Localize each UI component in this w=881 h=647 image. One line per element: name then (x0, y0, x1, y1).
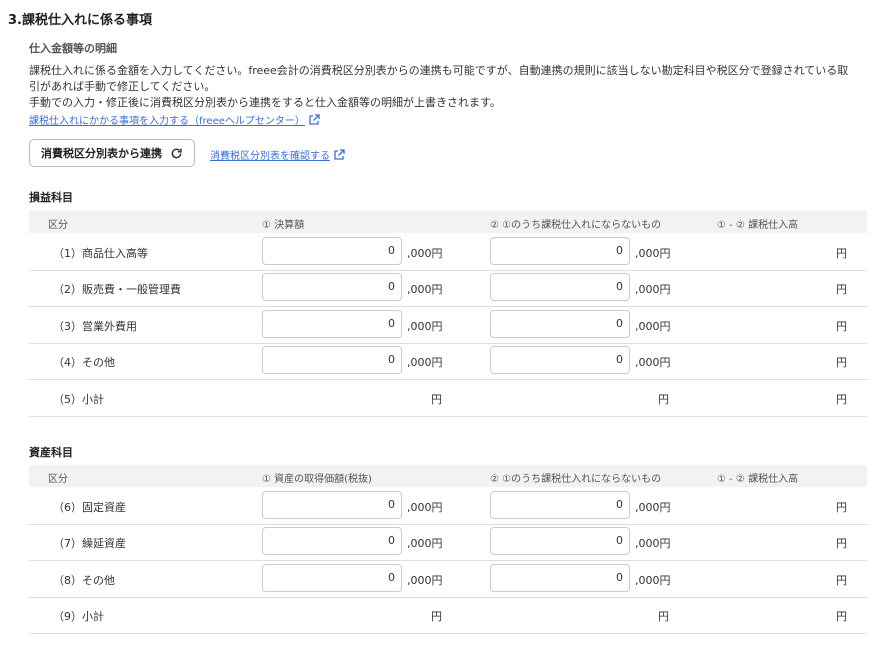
nontaxable-input[interactable]: 0 (490, 527, 630, 556)
subtotal-row: （9）小計 円 円 円 (29, 597, 867, 635)
row-label: （5）小計 (53, 392, 104, 406)
refresh-icon (171, 148, 182, 158)
row-label: （9）小計 (53, 610, 104, 624)
yen-label: 円 (836, 610, 847, 624)
table-row: （2）販売費・一般管理費 0 ,000円 0 ,000円 円 (29, 270, 867, 308)
unit-label: ,000円 (407, 319, 443, 333)
row-label: （8）その他 (53, 573, 115, 587)
row-label: （2）販売費・一般管理費 (53, 283, 181, 297)
yen-label: 円 (836, 247, 847, 260)
yen-label: 円 (836, 392, 847, 406)
yen-label: 円 (431, 610, 442, 624)
yen-label: 円 (836, 283, 847, 297)
unit-label: ,000円 (407, 356, 443, 370)
row-label: （1）商品仕入高等 (53, 247, 148, 260)
description-line: 引があれば手動で修正してください。 (29, 80, 216, 93)
unit-label: ,000円 (635, 537, 671, 551)
unit-label: ,000円 (635, 573, 671, 587)
sync-button[interactable]: 消費税区分別表から連携 (29, 139, 195, 167)
col-nontaxable: ② ①のうち課税仕入れにならないもの (490, 474, 662, 485)
sync-button-label: 消費税区分別表から連携 (41, 147, 162, 160)
description: 課税仕入れに係る金額を入力してください。freee会計の消費税区分別表からの連携… (29, 63, 869, 111)
table-row: （6）固定資産 0 ,000円 0 ,000円 円 (29, 488, 867, 525)
amount-input[interactable]: 0 (262, 527, 402, 556)
nontaxable-input[interactable]: 0 (490, 309, 630, 338)
unit-label: ,000円 (407, 501, 443, 514)
yen-label: 円 (836, 319, 847, 333)
yen-label: 円 (658, 392, 669, 406)
confirm-link[interactable]: 消費税区分別表を確認する (210, 147, 345, 162)
col-category: 区分 (48, 220, 68, 231)
row-label: （4）その他 (53, 356, 115, 370)
confirm-link-label: 消費税区分別表を確認する (210, 151, 330, 162)
unit-label: ,000円 (407, 283, 443, 297)
table-row: （7）繰延資産 0 ,000円 0 ,000円 円 (29, 524, 867, 562)
subtotal-row: （5）小計 円 円 円 (29, 380, 867, 417)
description-line: 課税仕入れに係る金額を入力してください。freee会計の消費税区分別表からの連携… (29, 64, 849, 77)
unit-label: ,000円 (635, 356, 671, 370)
yen-label: 円 (836, 573, 847, 587)
amount-input[interactable]: 0 (262, 346, 402, 375)
col-taxable-purchase: ① - ② 課税仕入高 (717, 474, 799, 485)
profit-section-title: 損益科目 (29, 191, 73, 204)
row-label: （6）固定資産 (53, 501, 126, 514)
unit-label: ,000円 (635, 319, 671, 333)
amount-input[interactable]: 0 (262, 309, 402, 338)
row-label: （7）繰延資産 (53, 537, 126, 551)
unit-label: ,000円 (407, 537, 443, 551)
col-taxable-purchase: ① - ② 課税仕入高 (717, 220, 799, 231)
col-category: 区分 (48, 474, 68, 485)
table-row: （1）商品仕入高等 0 ,000円 0 ,000円 円 (29, 234, 867, 271)
nontaxable-input[interactable]: 0 (490, 491, 630, 519)
help-link[interactable]: 課税仕入れにかかる事項を入力する（freeeヘルプセンター） (29, 112, 320, 127)
amount-input[interactable]: 0 (262, 491, 402, 519)
nontaxable-input[interactable]: 0 (490, 346, 630, 375)
yen-label: 円 (658, 610, 669, 624)
yen-label: 円 (836, 537, 847, 551)
subsection-title: 仕入金額等の明細 (29, 42, 117, 55)
amount-input[interactable]: 0 (262, 237, 402, 265)
asset-table-header: 区分 ① 資産の取得価額(税抜) ② ①のうち課税仕入れにならないもの ① - … (29, 465, 867, 487)
description-line: 手動での入力・修正後に消費税区分別表から連携をすると仕入金額等の明細が上書きされ… (29, 96, 501, 109)
help-link-label: 課税仕入れにかかる事項を入力する（freeeヘルプセンター） (29, 116, 305, 127)
col-nontaxable: ② ①のうち課税仕入れにならないもの (490, 220, 662, 231)
unit-label: ,000円 (635, 283, 671, 297)
row-label: （3）営業外費用 (53, 319, 137, 333)
nontaxable-input[interactable]: 0 (490, 273, 630, 302)
yen-label: 円 (836, 356, 847, 370)
table-row: （4）その他 0 ,000円 0 ,000円 円 (29, 343, 867, 381)
table-row: （8）その他 0 ,000円 0 ,000円 円 (29, 561, 867, 598)
nontaxable-input[interactable]: 0 (490, 563, 630, 592)
unit-label: ,000円 (407, 247, 443, 260)
yen-label: 円 (431, 392, 442, 406)
asset-section-title: 資産科目 (29, 446, 73, 459)
yen-label: 円 (836, 501, 847, 514)
unit-label: ,000円 (407, 573, 443, 587)
unit-label: ,000円 (635, 501, 671, 514)
amount-input[interactable]: 0 (262, 273, 402, 302)
table-row: （3）営業外費用 0 ,000円 0 ,000円 円 (29, 307, 867, 344)
nontaxable-input[interactable]: 0 (490, 237, 630, 265)
col-acquisition: ① 資産の取得価額(税抜) (262, 474, 372, 485)
external-link-icon (309, 113, 320, 125)
amount-input[interactable]: 0 (262, 563, 402, 592)
profit-table-header: 区分 ① 決算額 ② ①のうち課税仕入れにならないもの ① - ② 課税仕入高 (29, 211, 867, 233)
unit-label: ,000円 (635, 247, 671, 260)
section-title: 3.課税仕入れに係る事項 (8, 13, 152, 28)
col-amount: ① 決算額 (262, 220, 305, 231)
external-link-icon (334, 148, 345, 160)
